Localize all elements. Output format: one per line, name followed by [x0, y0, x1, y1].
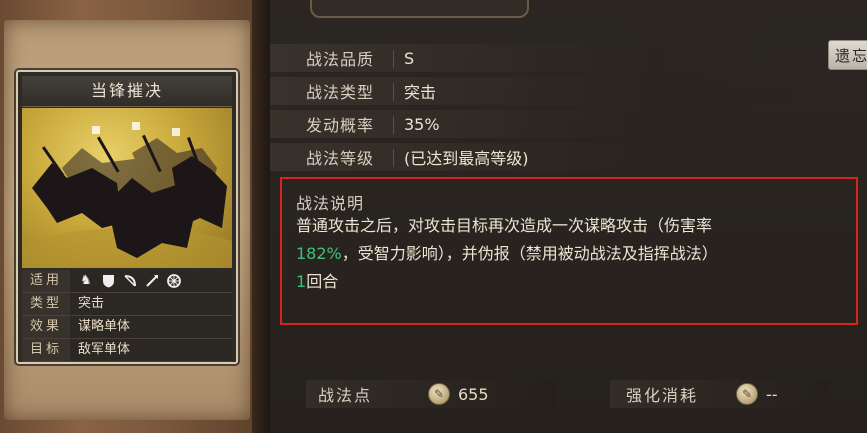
- stat-label: 战法类型: [306, 79, 398, 103]
- stat-trigger-rate: 发动概率 35%: [306, 110, 440, 138]
- description-segment: 回合: [306, 272, 339, 291]
- cavalry-charge-illustration: [22, 122, 232, 268]
- card-row-value: 谋略单体: [70, 316, 232, 338]
- skill-card-art: [22, 108, 232, 268]
- stat-value: 突击: [404, 83, 437, 102]
- card-row-applicable: 适用 ♞: [22, 270, 232, 293]
- skill-card-title: 当锋摧决: [22, 76, 232, 107]
- card-row-type: 类型 突击: [22, 293, 232, 316]
- card-row-value: 突击: [70, 293, 232, 315]
- card-row-value: 敌军单体: [70, 339, 232, 361]
- skill-detail-panel: 战法品质 S 战法类型 突击 发动概率 35% 战法等级 (已达到最高等级) 遗…: [270, 0, 867, 433]
- description-line: 182%，受智力影响），并伪报（禁用被动战法及指挥战法）: [296, 240, 856, 268]
- upgrade-cost-label: 强化消耗: [626, 386, 699, 405]
- damage-rate-value: 182%: [296, 244, 342, 263]
- skill-points-label: 战法点: [318, 386, 373, 405]
- skill-points-bar: 战法点 ✎ 655: [306, 380, 556, 408]
- card-row-key: 适用: [22, 270, 70, 292]
- shield-icon: [100, 273, 116, 289]
- description-line: 普通攻击之后，对攻击目标再次造成一次谋略攻击（伤害率: [296, 216, 713, 235]
- panel-header-tab: [310, 0, 529, 18]
- description-line: 1回合: [296, 268, 856, 296]
- upgrade-cost-value: --: [766, 384, 778, 404]
- skill-card-info-table: 适用 ♞ 类型 突击 效果 谋略单体 目标 敌军单体: [22, 270, 232, 362]
- card-row-key: 效果: [22, 316, 70, 338]
- stat-value: S: [404, 48, 415, 68]
- description-text: 普通攻击之后，对攻击目标再次造成一次谋略攻击（伤害率 182%，受智力影响），并…: [296, 212, 856, 296]
- wood-frame: 当锋摧决 适用 ♞ 类型 突击 效果 谋略单体 目标 敌军单体: [0, 0, 270, 433]
- card-row-key: 类型: [22, 293, 70, 315]
- stat-label: 战法品质: [306, 46, 398, 70]
- skill-card: 当锋摧决 适用 ♞ 类型 突击 效果 谋略单体 目标 敌军单体: [16, 70, 238, 364]
- applicable-troop-icons: ♞: [70, 270, 232, 292]
- stat-level: 战法等级 (已达到最高等级): [306, 143, 529, 171]
- duration-value: 1: [296, 272, 307, 291]
- spear-icon: [144, 273, 160, 289]
- skill-points-value: 655: [458, 384, 489, 404]
- description-title: 战法说明: [296, 194, 365, 213]
- stat-value: (已达到最高等级): [404, 149, 529, 168]
- wheel-icon: [166, 273, 182, 289]
- card-row-key: 目标: [22, 339, 70, 361]
- stat-label: 发动概率: [306, 112, 398, 136]
- cavalry-icon: ♞: [80, 273, 92, 288]
- card-backdrop: 当锋摧决 适用 ♞ 类型 突击 效果 谋略单体 目标 敌军单体: [4, 20, 250, 420]
- bow-icon: [122, 273, 138, 289]
- stat-type: 战法类型 突击: [306, 77, 436, 105]
- stat-quality: 战法品质 S: [306, 44, 414, 72]
- card-row-effect: 效果 谋略单体: [22, 316, 232, 339]
- forget-button[interactable]: 遗忘: [828, 40, 867, 70]
- card-row-target: 目标 敌军单体: [22, 339, 232, 362]
- coin-icon: ✎: [736, 383, 758, 405]
- stat-value: 35%: [404, 114, 440, 134]
- stat-label: 战法等级: [306, 145, 398, 169]
- coin-icon: ✎: [428, 383, 450, 405]
- upgrade-cost-bar: 强化消耗 ✎ --: [610, 380, 830, 408]
- description-segment: ，受智力影响），并伪报（禁用被动战法及指挥战法）: [341, 244, 718, 263]
